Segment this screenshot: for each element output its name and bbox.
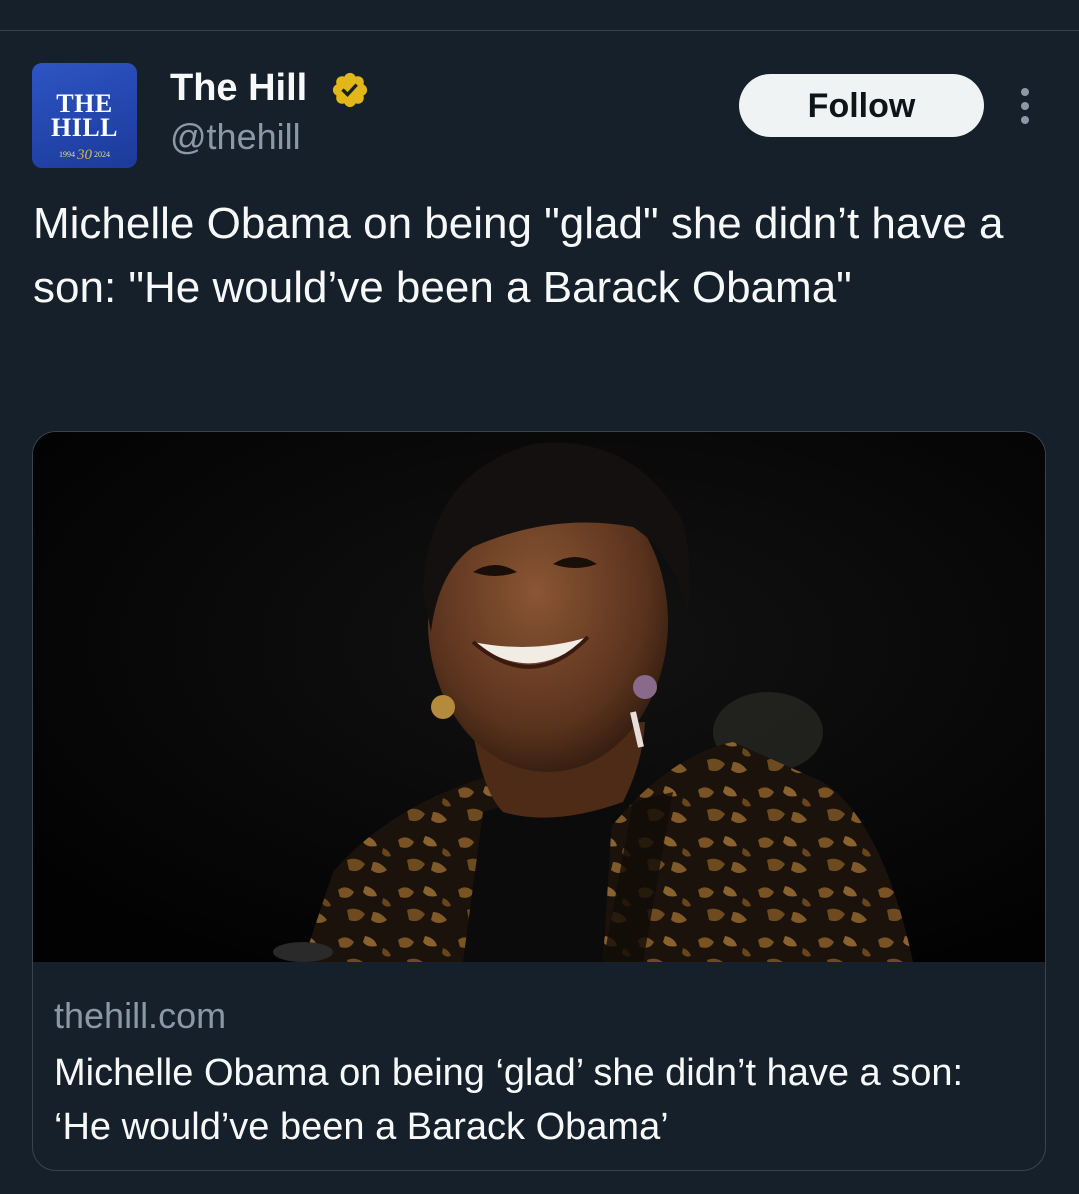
portrait-photo bbox=[33, 432, 1045, 962]
tweet-text: Michelle Obama on being "glad" she didn’… bbox=[33, 199, 1004, 312]
avatar-anniversary-number: 30 bbox=[77, 147, 92, 163]
more-vertical-icon[interactable] bbox=[1010, 86, 1040, 126]
avatar-year-end: 2024 bbox=[94, 150, 110, 159]
author-handle[interactable]: @thehill bbox=[170, 116, 301, 158]
tweet-view: THE HILL 1994 30 2024 The Hill @thehill Fo… bbox=[0, 0, 1079, 1194]
link-card-domain: thehill.com bbox=[54, 995, 227, 1036]
author-avatar[interactable]: THE HILL 1994 30 2024 bbox=[32, 63, 137, 168]
link-card[interactable]: thehill.com Michelle Obama on being ‘gla… bbox=[32, 431, 1046, 1171]
follow-button[interactable]: Follow bbox=[739, 74, 984, 137]
verified-gold-check-icon[interactable] bbox=[330, 70, 370, 110]
link-card-title: Michelle Obama on being ‘glad’ she didn’… bbox=[54, 1052, 964, 1148]
avatar-logo-line2: HILL bbox=[50, 113, 119, 142]
link-card-image bbox=[33, 432, 1045, 962]
author-display-name[interactable]: The Hill bbox=[170, 66, 307, 110]
avatar-year-start: 1994 bbox=[59, 150, 75, 159]
top-divider bbox=[0, 30, 1079, 31]
avatar-anniversary: 1994 30 2024 bbox=[32, 147, 137, 164]
